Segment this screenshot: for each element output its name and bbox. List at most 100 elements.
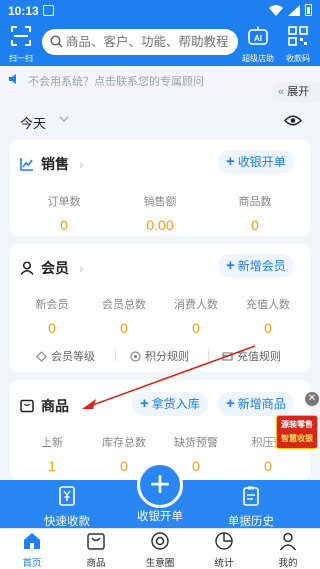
stat-label: 商品数 <box>238 196 272 208</box>
quick-pay-label: 快速收款 <box>44 516 90 528</box>
stat-label: 充值人数 <box>246 299 290 311</box>
goods-title[interactable]: 商品 <box>20 396 69 416</box>
stat-value: 0 <box>60 217 68 233</box>
recharge-rule-label: 充值规则 <box>237 351 281 363</box>
nav-label: 商品 <box>86 558 106 569</box>
promo-badge[interactable]: 源装零售 智慧收银 <box>276 415 318 449</box>
points-rule-link[interactable]: 积分规则 <box>130 348 189 364</box>
members-title[interactable]: 会员 › <box>20 258 84 278</box>
history-doc-icon <box>243 486 259 506</box>
date-filter-label[interactable]: 今天 <box>20 113 46 132</box>
user-icon <box>20 261 34 275</box>
date-filter-row: 今天 <box>10 106 310 136</box>
sales-stat-revenue[interactable]: 销售额 0.00 <box>123 193 197 233</box>
sales-card: 销售 › + 收银开单 订单数 0 销售额 0.00 商品数 0 <box>10 140 310 236</box>
checkout-fab-label: 收银开单 <box>137 511 183 523</box>
expand-label: 展开 <box>287 86 310 98</box>
divider <box>208 349 209 361</box>
nav-business[interactable]: 生意圈 <box>128 531 192 569</box>
payment-code-label: 收款码 <box>286 54 310 63</box>
qr-code-icon <box>288 26 308 46</box>
nav-profile[interactable]: 我的 <box>256 531 320 569</box>
close-icon[interactable]: ✕ <box>305 392 319 406</box>
ai-label: 超级店助 <box>242 54 274 63</box>
member-stat-spenders[interactable]: 消费人数 0 <box>159 296 233 336</box>
expand-button[interactable]: «展开 <box>272 82 320 102</box>
member-stat-total[interactable]: 会员总数 0 <box>87 296 161 336</box>
nav-goods[interactable]: 商品 <box>64 531 128 569</box>
notification-app-icon <box>43 5 54 16</box>
plus-icon: + <box>226 153 235 170</box>
stat-label: 订单数 <box>47 196 81 208</box>
stat-label: 上新 <box>41 437 63 449</box>
profile-icon <box>279 532 297 551</box>
home-icon <box>24 533 40 549</box>
stat-value: 0 <box>48 320 56 336</box>
search-input[interactable] <box>66 32 234 52</box>
checkout-fab[interactable]: + <box>137 462 183 508</box>
stat-label: 新会员 <box>35 299 69 311</box>
double-chevron-left-icon: « <box>278 86 285 98</box>
chevron-right-icon: › <box>79 156 84 172</box>
plus-icon: + <box>140 395 149 412</box>
sales-stat-items[interactable]: 商品数 0 <box>218 193 292 233</box>
cash-icon <box>59 486 75 506</box>
stat-value: 1 <box>48 458 56 474</box>
signal-icon <box>288 4 300 16</box>
member-stat-rechargers[interactable]: 充值人数 0 <box>231 296 305 336</box>
wifi-icon <box>269 4 283 16</box>
goods-stat-new[interactable]: 上新 1 <box>15 434 89 474</box>
stat-value: 0 <box>192 320 200 336</box>
ai-assistant-button[interactable]: AI 超级店助 <box>240 24 276 64</box>
plus-icon: + <box>226 257 235 274</box>
stat-label: 销售额 <box>143 196 177 208</box>
status-time: 10:13 <box>8 4 39 18</box>
scan-icon <box>11 26 31 46</box>
add-member-label: 新增会员 <box>237 259 286 273</box>
search-box[interactable] <box>42 29 238 55</box>
add-goods-button[interactable]: + 新增商品 <box>218 392 294 416</box>
stat-value: 0 <box>251 217 259 233</box>
sales-stat-orders[interactable]: 订单数 0 <box>27 193 101 233</box>
pie-chart-icon <box>215 532 233 550</box>
sales-title[interactable]: 销售 › <box>20 154 84 174</box>
nav-label: 我的 <box>278 558 298 569</box>
add-member-button[interactable]: + 新增会员 <box>218 254 294 278</box>
ai-robot-icon: AI <box>248 26 268 45</box>
order-history-button[interactable]: 单据历史 <box>206 486 296 529</box>
payment-code-button[interactable]: 收款码 <box>280 24 316 64</box>
sales-checkout-label: 收银开单 <box>237 155 286 169</box>
nav-label: 生意圈 <box>145 558 175 569</box>
quick-pay-button[interactable]: 快速收款 <box>22 486 112 529</box>
eye-icon[interactable] <box>284 114 302 127</box>
stock-in-button[interactable]: + 拿货入库 <box>132 392 208 416</box>
stat-value: 0 <box>120 320 128 336</box>
search-icon <box>50 35 63 48</box>
member-level-link[interactable]: 会员等级 <box>36 348 95 364</box>
recharge-rule-link[interactable]: 充值规则 <box>222 348 281 364</box>
stat-value: 0 <box>264 320 272 336</box>
stock-in-label: 拿货入库 <box>151 397 200 411</box>
points-rule-label: 积分规则 <box>145 351 189 363</box>
bottom-nav: 首页 商品 生意圈 统计 我的 <box>0 528 320 569</box>
nav-home[interactable]: 首页 <box>0 531 64 569</box>
stat-value: 0.00 <box>146 217 174 233</box>
stat-label: 会员总数 <box>102 299 146 311</box>
scan-button[interactable]: 扫一扫 <box>6 24 36 64</box>
points-icon <box>130 350 141 362</box>
promo-line1: 源装零售 <box>281 420 313 429</box>
chevron-right-icon: › <box>79 260 84 276</box>
divider <box>115 349 116 361</box>
sales-checkout-button[interactable]: + 收银开单 <box>218 150 294 174</box>
member-stat-new[interactable]: 新会员 0 <box>15 296 89 336</box>
chevron-down-icon[interactable] <box>58 113 70 125</box>
add-goods-label: 新增商品 <box>237 397 286 411</box>
nav-stats[interactable]: 统计 <box>192 531 256 569</box>
trend-chart-icon <box>20 158 33 171</box>
notice-text: 不会用系统？点击联系您的专属顾问 <box>28 76 204 88</box>
box-icon <box>20 399 34 413</box>
plus-icon: + <box>149 463 171 504</box>
nav-label: 首页 <box>22 558 42 569</box>
members-title-text: 会员 <box>41 260 69 276</box>
plus-icon: + <box>226 395 235 412</box>
